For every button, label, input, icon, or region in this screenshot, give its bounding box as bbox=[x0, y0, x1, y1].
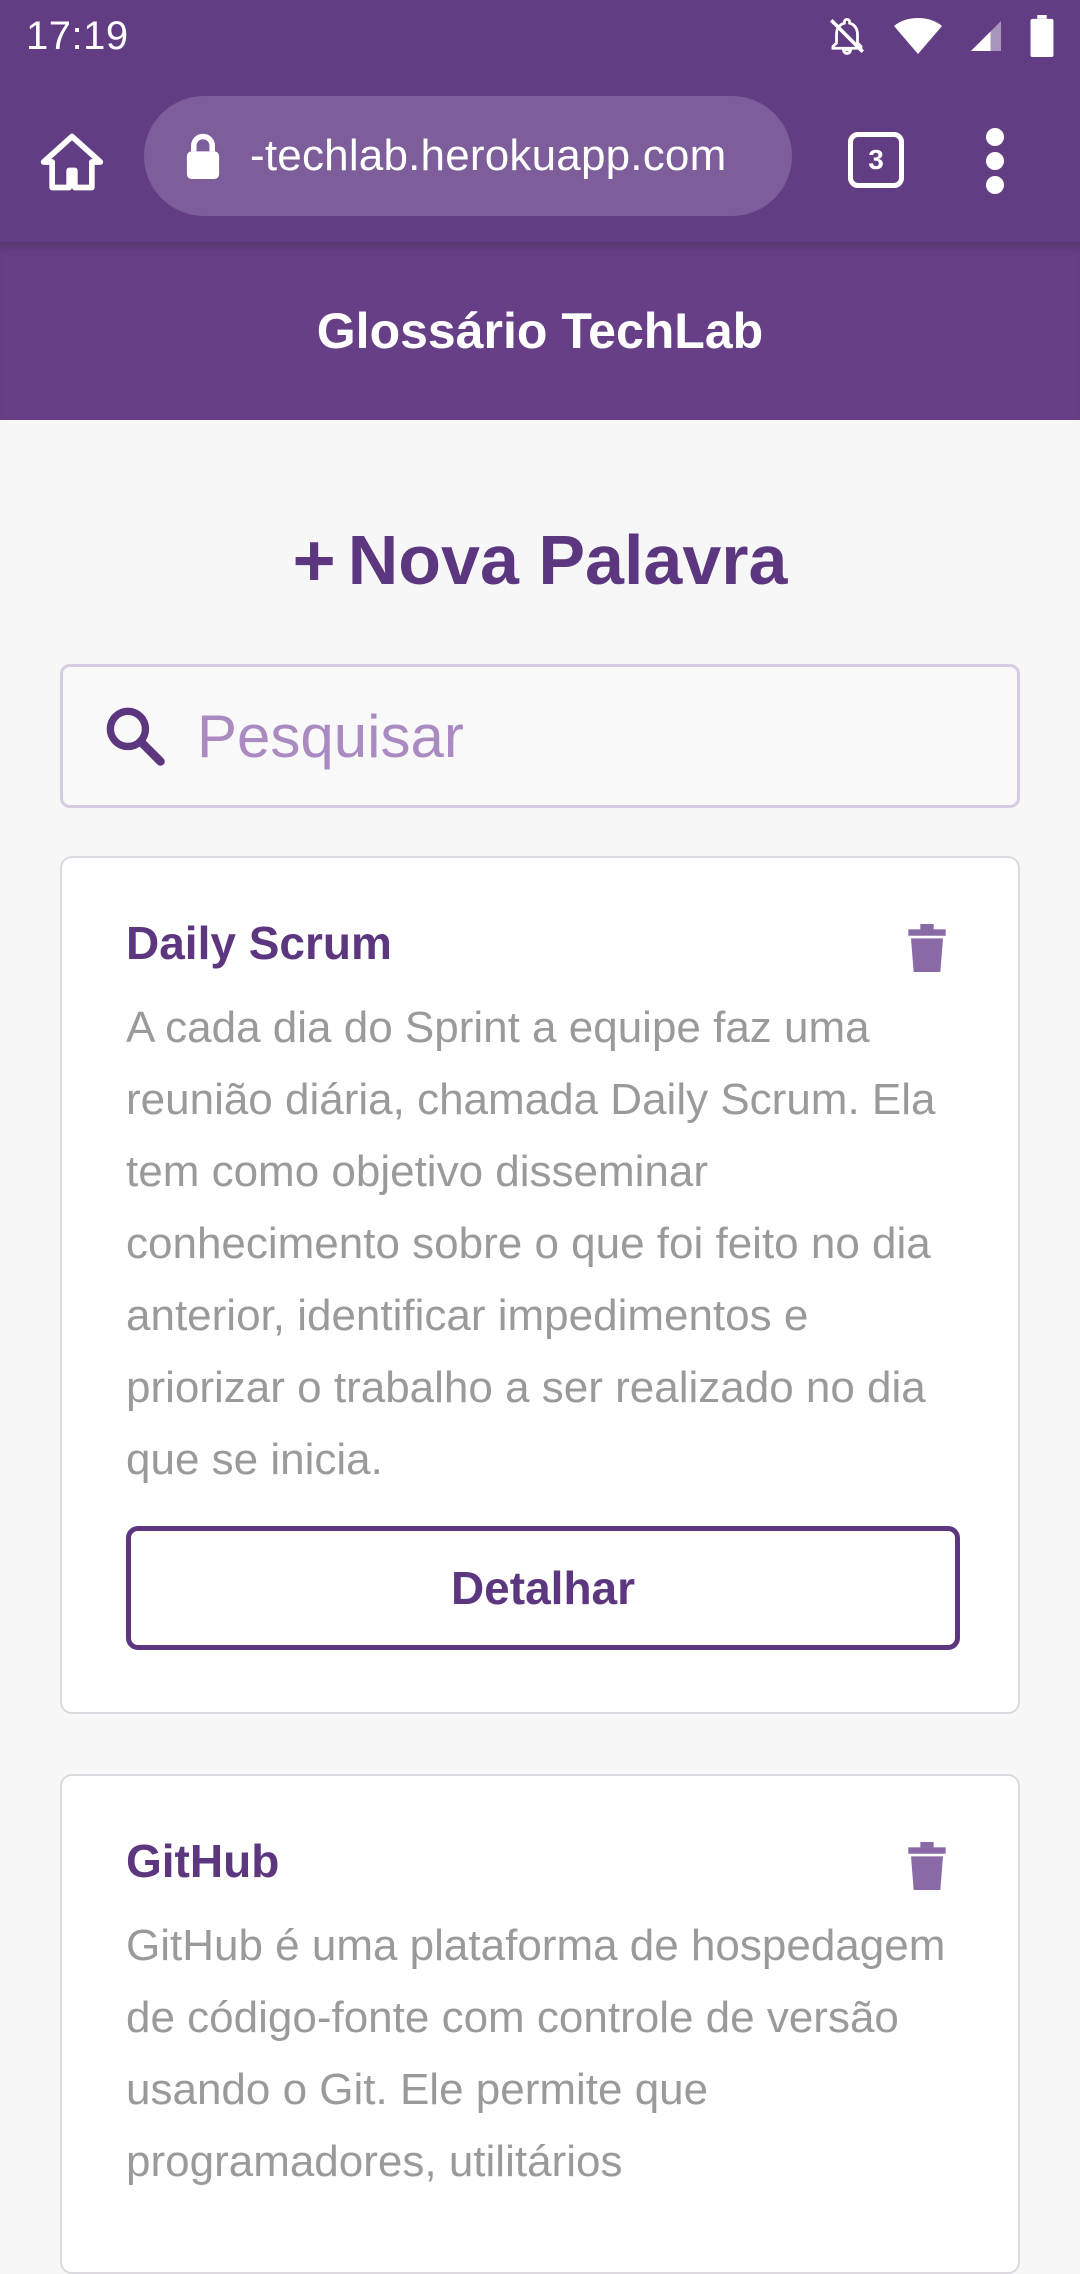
signal-icon bbox=[971, 21, 1001, 51]
page-title: Glossário TechLab bbox=[316, 303, 764, 359]
plus-icon: + bbox=[292, 518, 336, 602]
url-text: -techlab.herokuapp.com bbox=[250, 131, 727, 180]
word-title: Daily Scrum bbox=[126, 917, 392, 969]
battery-icon bbox=[1030, 15, 1054, 57]
more-vert-icon[interactable] bbox=[980, 128, 1010, 194]
word-card: Daily Scrum A cada dia do Sprint a equip… bbox=[60, 856, 1020, 1714]
home-icon[interactable] bbox=[38, 128, 106, 196]
browser-toolbar: -techlab.herokuapp.com 3 bbox=[0, 72, 1080, 242]
app-header: Glossário TechLab bbox=[0, 242, 1080, 420]
word-description: A cada dia do Sprint a equipe faz uma re… bbox=[126, 1003, 936, 1484]
status-icons bbox=[826, 15, 1054, 57]
new-word-button[interactable]: + Nova Palavra bbox=[0, 510, 1080, 610]
new-word-label: Nova Palavra bbox=[347, 521, 788, 599]
wifi-icon bbox=[894, 18, 942, 54]
status-time: 17:19 bbox=[26, 13, 129, 58]
search-input[interactable]: Pesquisar bbox=[60, 664, 1020, 808]
search-icon bbox=[106, 707, 165, 766]
lock-icon bbox=[186, 133, 220, 179]
tab-count: 3 bbox=[868, 144, 884, 175]
address-bar[interactable]: -techlab.herokuapp.com bbox=[144, 96, 792, 216]
tab-switcher-button[interactable]: 3 bbox=[848, 132, 904, 188]
word-description: GitHub é uma plataforma de hospedagem de… bbox=[126, 1921, 946, 2186]
status-bar: 17:19 bbox=[0, 0, 1080, 72]
detail-button-label: Detalhar bbox=[450, 1562, 636, 1614]
detail-button[interactable]: Detalhar bbox=[126, 1526, 960, 1650]
trash-icon[interactable] bbox=[908, 924, 946, 972]
trash-icon[interactable] bbox=[908, 1842, 946, 1890]
search-placeholder: Pesquisar bbox=[197, 702, 464, 770]
word-title: GitHub bbox=[126, 1835, 280, 1887]
notifications-off-icon bbox=[830, 17, 864, 55]
word-card: GitHub GitHub é uma plataforma de hosped… bbox=[60, 1774, 1020, 2274]
